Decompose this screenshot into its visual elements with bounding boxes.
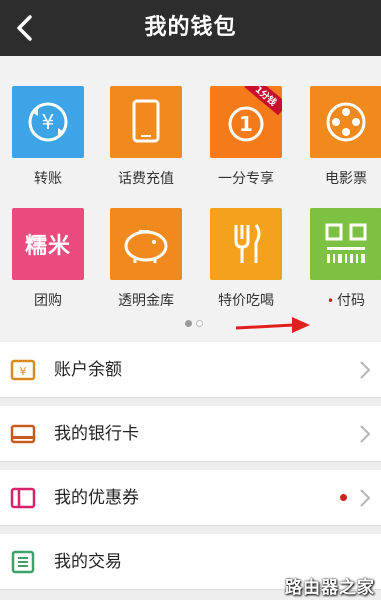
tile-food-deals[interactable] [210, 208, 282, 280]
bank-card-icon [10, 424, 36, 444]
chevron-right-icon [360, 489, 371, 507]
group-buy-icon: 糯米 [24, 234, 71, 259]
new-dot: • [326, 294, 335, 308]
tile-group-buy[interactable]: 糯米 [12, 208, 84, 280]
watermark: 路由器之家 [285, 578, 375, 598]
wallet-icon: ¥ [10, 359, 36, 381]
svg-text:¥: ¥ [42, 110, 55, 134]
svg-text:¥: ¥ [20, 365, 27, 378]
tile-movie-tickets[interactable] [310, 86, 381, 158]
qr-code-icon [325, 223, 367, 263]
list-item-balance[interactable]: ¥ 账户余额 [0, 342, 381, 398]
tile-label-phone-recharge: 话费充值 [118, 171, 174, 187]
piggy-bank-icon [124, 230, 168, 263]
transactions-icon [11, 550, 35, 574]
tile-label-group-buy: 团购 [34, 293, 62, 309]
film-reel-icon [326, 102, 366, 142]
coupon-icon [10, 487, 36, 509]
list-item-label: 我的交易 [54, 552, 122, 572]
one-cent-icon: 1 [228, 106, 264, 142]
chevron-right-icon [360, 361, 371, 379]
page-title: 我的钱包 [144, 15, 237, 40]
tile-label-food-deals: 特价吃喝 [218, 293, 274, 309]
tile-label-transfer: 转账 [34, 171, 62, 187]
fork-icon [234, 224, 261, 263]
pager-dot-active [185, 320, 192, 327]
tile-vault[interactable] [110, 208, 182, 280]
pager-dot [196, 320, 203, 327]
list-item-label: 我的银行卡 [54, 424, 139, 444]
annotation-arrow [235, 317, 310, 333]
list-item-label: 账户余额 [54, 360, 122, 380]
svg-text:1: 1 [239, 112, 253, 136]
chevron-right-icon [360, 425, 371, 443]
tile-label-movie-tickets: 电影票 [325, 171, 367, 187]
title-bar: 我的钱包 [0, 0, 381, 56]
tile-label-one-cent: 一分专享 [218, 171, 274, 187]
tile-label-pay-code-text: 付码 [337, 293, 366, 309]
notification-dot [340, 494, 347, 501]
tile-label-vault: 透明金库 [118, 293, 174, 309]
tile-label-pay-code: • 付码 [298, 290, 381, 310]
tile-one-cent[interactable]: 1 1分钱 [210, 86, 282, 158]
phone-icon [132, 99, 160, 143]
tile-transfer[interactable]: ¥ [12, 86, 84, 158]
tile-phone-recharge[interactable] [110, 86, 182, 158]
list-item-bank-cards[interactable]: 我的银行卡 [0, 406, 381, 462]
tile-pay-code[interactable] [310, 208, 381, 280]
service-grid: ¥ 转账 话费充值 1 1分钱 一分专享 电影票 糯米 团购 透明金库 特价吃喝… [0, 56, 381, 340]
transfer-icon: ¥ [28, 102, 68, 142]
list-item-coupons[interactable]: 我的优惠券 [0, 470, 381, 526]
page-indicator [0, 318, 381, 330]
list-item-label: 我的优惠券 [54, 488, 139, 508]
